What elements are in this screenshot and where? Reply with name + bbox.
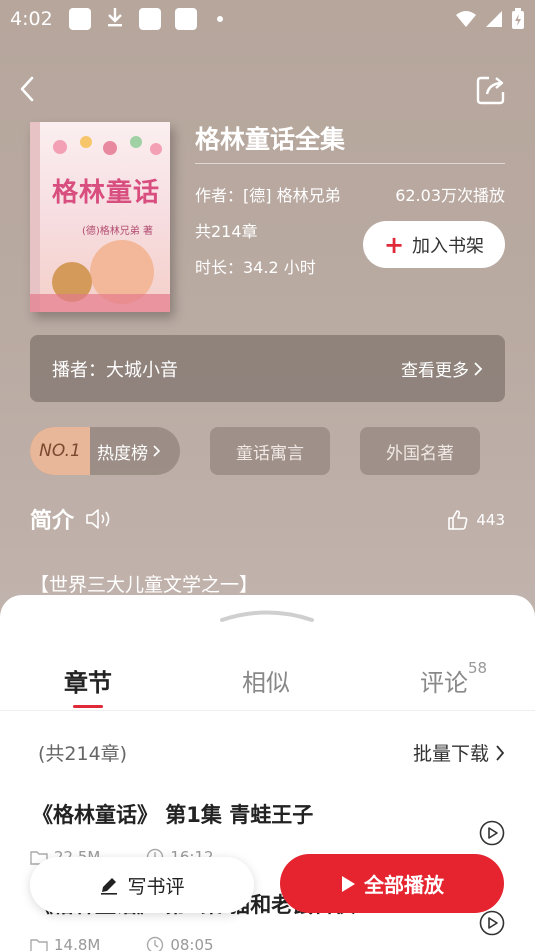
like-count: 443 — [476, 511, 505, 529]
chapter-count: 共214章 — [195, 222, 258, 241]
play-icon — [342, 875, 355, 892]
chevron-right-icon — [496, 744, 505, 761]
write-review-label: 写书评 — [127, 875, 185, 898]
cover-subtitle: (德)格林兄弟 著 — [82, 226, 153, 237]
episode-duration: 08:05 — [170, 936, 214, 951]
tag-row: NO.1 热度榜 童话寓言 外国名著 — [30, 427, 480, 475]
narrator-label: 播者：大城小音 — [52, 359, 178, 381]
download-icon — [105, 6, 125, 33]
cover-title: 格林童话 — [52, 178, 161, 208]
tab-bar: 章节 相似 评论58 — [0, 655, 535, 710]
batch-download-label: 批量下载 — [412, 743, 489, 765]
rank-label: 热度榜 — [97, 443, 148, 464]
signal-icon — [486, 11, 502, 27]
share-icon[interactable] — [475, 74, 507, 106]
episode-title[interactable]: 《格林童话》 第1集 青蛙王子 — [32, 799, 313, 829]
tab-comments-label: 评论 — [420, 669, 468, 697]
tab-similar[interactable]: 相似 — [242, 663, 290, 698]
write-review-button[interactable]: 写书评 — [30, 857, 254, 913]
tab-chapters[interactable]: 章节 — [64, 663, 112, 698]
category-tag[interactable]: 外国名著 — [360, 427, 480, 475]
view-more-link[interactable]: 查看更多 — [401, 356, 483, 381]
status-bar: 4:02 — [0, 0, 535, 38]
category-tag[interactable]: 童话寓言 — [210, 427, 330, 475]
chevron-right-icon — [153, 445, 161, 457]
clock-icon — [147, 936, 164, 951]
book-cover[interactable]: 格林童话 (德)格林兄弟 著 — [30, 122, 170, 312]
notification-icon — [174, 8, 197, 30]
speaker-icon[interactable] — [84, 507, 114, 531]
thumbs-up-icon — [448, 510, 468, 530]
back-icon[interactable] — [14, 74, 44, 104]
intro-heading-label: 简介 — [30, 509, 75, 534]
folder-icon — [30, 939, 48, 951]
comment-count-badge: 58 — [468, 659, 488, 677]
add-to-shelf-button[interactable]: + 加入书架 — [363, 221, 505, 268]
book-title: 格林童话全集 — [195, 125, 346, 154]
plus-icon: + — [383, 230, 405, 259]
active-tab-indicator — [73, 705, 103, 708]
divider — [0, 710, 535, 711]
status-time: 4:02 — [10, 8, 53, 30]
chapter-total: (共214章) — [38, 743, 128, 765]
batch-download-button[interactable]: 批量下载 — [413, 739, 505, 766]
play-count: 62.03万次播放 — [395, 186, 505, 205]
play-all-button[interactable]: 全部播放 — [280, 854, 504, 913]
intro-heading: 简介 — [30, 503, 114, 535]
book-author[interactable]: 作者：[德] 格林兄弟 — [195, 182, 341, 206]
notification-icon — [68, 8, 91, 30]
rank-tag[interactable]: NO.1 热度榜 — [30, 427, 180, 475]
cover-flowers-art — [53, 136, 162, 155]
episode-size: 14.8M — [54, 936, 101, 951]
play-all-label: 全部播放 — [364, 873, 444, 897]
rank-badge: NO.1 — [30, 427, 90, 475]
play-circle-icon[interactable] — [479, 910, 505, 936]
battery-icon — [512, 8, 524, 29]
narrator-row[interactable]: 播者：大城小音 查看更多 — [30, 335, 505, 402]
tab-comments[interactable]: 评论58 — [420, 659, 487, 698]
divider — [195, 163, 505, 164]
chevron-right-icon — [474, 361, 483, 376]
more-notifications-icon — [216, 16, 223, 22]
like-button[interactable]: 443 — [446, 508, 505, 532]
add-to-shelf-label: 加入书架 — [412, 235, 485, 257]
wifi-icon — [456, 11, 476, 27]
play-circle-icon[interactable] — [479, 820, 505, 846]
episode-meta: 14.8M 08:05 — [30, 936, 214, 951]
pencil-icon — [101, 878, 118, 895]
notification-icon — [138, 8, 161, 30]
view-more-label: 查看更多 — [401, 361, 469, 381]
book-duration: 时长：34.2 小时 — [195, 258, 316, 277]
sheet-handle-icon[interactable] — [220, 607, 314, 623]
intro-text: 【世界三大儿童文学之一】 — [30, 574, 259, 596]
